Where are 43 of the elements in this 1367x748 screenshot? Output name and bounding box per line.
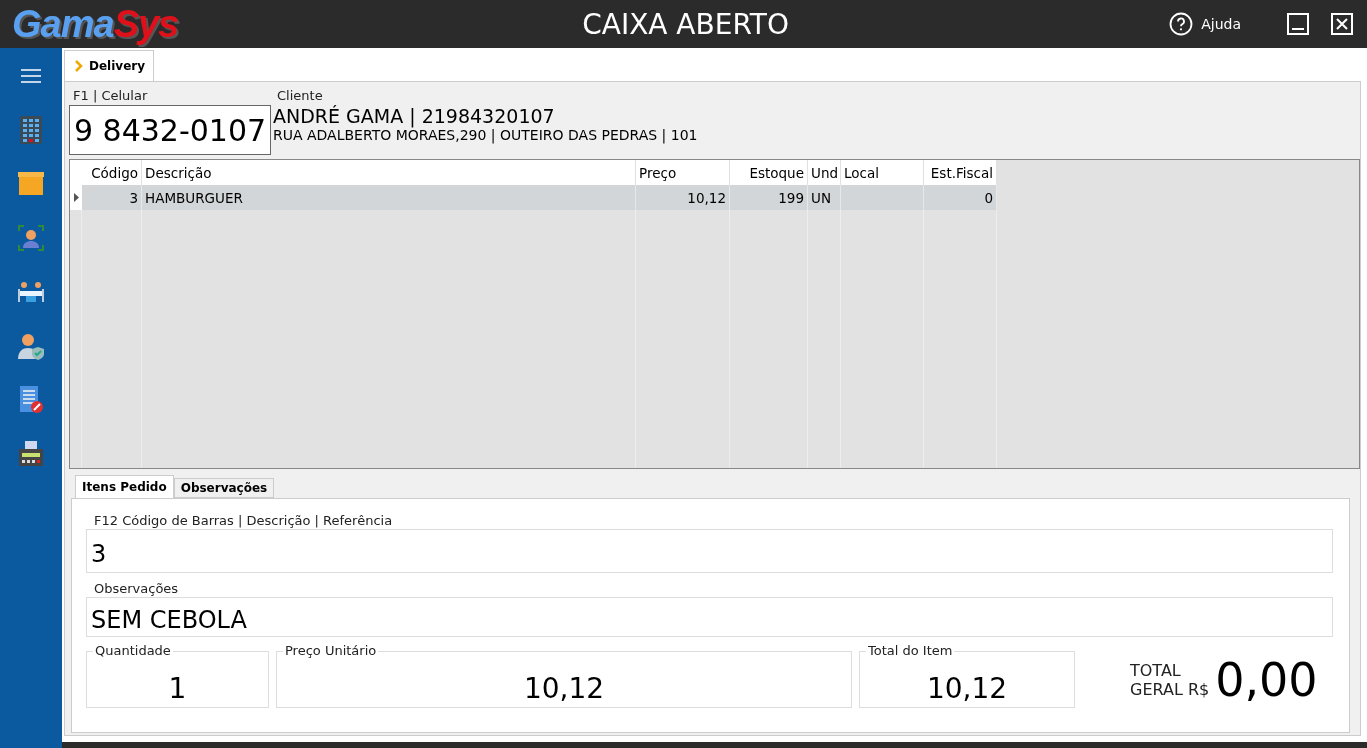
item-total-label: Total do Item <box>866 643 955 658</box>
column-header[interactable]: Estoque <box>730 160 808 185</box>
table-cell: 3 <box>82 185 142 210</box>
notes-label: Observações <box>93 581 180 597</box>
table-cell: 0 <box>924 185 997 210</box>
chevron-icon <box>75 60 83 72</box>
client-label: Cliente <box>276 88 324 105</box>
column-header[interactable]: Und <box>808 160 841 185</box>
minimize-button[interactable] <box>1287 13 1309 35</box>
column-header[interactable]: Código <box>82 160 142 185</box>
help-icon <box>1169 12 1194 36</box>
notes-field[interactable]: SEM CEBOLA <box>86 597 1333 637</box>
page-tab[interactable]: Delivery <box>64 50 155 81</box>
grand-total-value: 0,00 <box>1215 652 1318 707</box>
total-label: GERAL R$ <box>1130 679 1210 699</box>
quantity-label: Quantidade <box>93 643 173 658</box>
person-icon[interactable] <box>15 222 47 254</box>
column-header[interactable]: Est.Fiscal <box>924 160 997 185</box>
row-pointer-icon <box>73 193 79 202</box>
phone-field[interactable]: 9 8432-0107 <box>69 105 271 155</box>
unit-price-field[interactable]: 10,12 <box>523 672 605 705</box>
table-cell: 10,12 <box>636 185 730 210</box>
total-label: TOTAL <box>1130 660 1182 680</box>
column-header[interactable]: Preço <box>636 160 730 185</box>
gamasys-logo: GamaSys <box>12 2 180 46</box>
menu-icon <box>20 69 42 83</box>
search-label: F12 Código de Barras | Descrição | Referência <box>93 513 394 529</box>
quantity-field[interactable]: 1 <box>168 672 187 705</box>
help-button[interactable]: Ajuda <box>1169 12 1241 36</box>
close-button[interactable] <box>1331 13 1353 35</box>
tab[interactable]: Observações <box>173 478 275 498</box>
table-cell: UN <box>808 185 841 210</box>
table-cell: HAMBURGUER <box>142 185 636 210</box>
table-cell: 199 <box>730 185 808 210</box>
unit-price-label: Preço Unitário <box>283 643 379 658</box>
client-name: ANDRÉ GAMA | 21984320107 <box>273 105 556 127</box>
window-title: CAIXA ABERTO <box>581 7 790 41</box>
phone-label: F1 | Celular <box>72 88 149 105</box>
column-header[interactable]: Descrição <box>142 160 636 185</box>
column-header[interactable]: Local <box>841 160 924 185</box>
tab[interactable]: Itens Pedido <box>75 475 174 498</box>
search-field[interactable]: 3 <box>86 529 1333 573</box>
client-address: RUA ADALBERTO MORAES,290 | OUTEIRO DAS PEDRAS | 101 <box>273 127 699 143</box>
